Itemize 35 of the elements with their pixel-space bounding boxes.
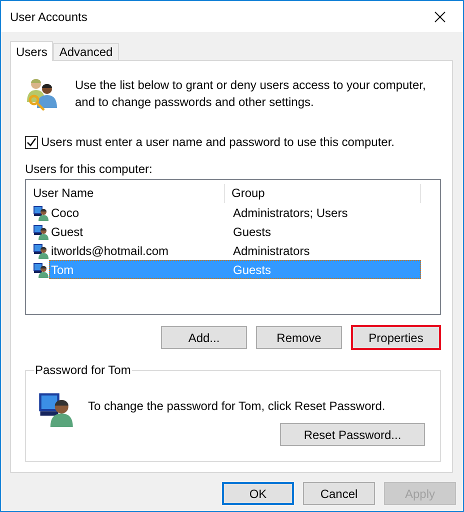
reset-password-button[interactable]: Reset Password... bbox=[280, 423, 425, 446]
checkbox-label: Users must enter a user name and password to use this computer. bbox=[41, 135, 395, 149]
users-key-icon bbox=[25, 76, 59, 112]
user-row[interactable]: Coco Administrators; Users bbox=[49, 203, 421, 222]
table-cell-text: Administrators; Users bbox=[232, 206, 348, 220]
column-header[interactable]: User Name bbox=[26, 184, 224, 203]
table-cell-text: Guests bbox=[232, 262, 272, 276]
close-icon bbox=[434, 10, 446, 22]
tab[interactable]: Advanced bbox=[53, 43, 119, 60]
user-computer-icon bbox=[33, 204, 49, 220]
table-cell-text: Guests bbox=[232, 224, 272, 238]
dialog-button[interactable]: OK bbox=[222, 482, 294, 505]
table-cell-text: Administrators bbox=[232, 244, 310, 258]
table-cell-text: Tom bbox=[50, 262, 75, 276]
list-label: Users for this computer: bbox=[25, 162, 152, 176]
table-cell-text: Guest bbox=[50, 224, 84, 238]
user-computer-icon bbox=[33, 224, 49, 240]
tab[interactable]: Users bbox=[10, 41, 54, 61]
user-computer-icon bbox=[33, 262, 49, 278]
column-header[interactable]: Group bbox=[224, 184, 421, 203]
user-row[interactable]: Guest Guests bbox=[49, 222, 421, 241]
user-computer-icon bbox=[38, 391, 74, 427]
action-button[interactable]: Add... bbox=[161, 326, 247, 349]
group-title: Password for Tom bbox=[34, 363, 132, 377]
password-message: To change the password for Tom, click Reset Password. bbox=[88, 399, 386, 415]
dialog-button[interactable]: Cancel bbox=[303, 482, 375, 505]
table-cell-text: Coco bbox=[50, 206, 80, 220]
action-button[interactable]: Properties bbox=[351, 325, 441, 350]
user-row[interactable]: itworlds@hotmail.com Administrators bbox=[49, 241, 421, 260]
table-cell-text: itworlds@hotmail.com bbox=[50, 244, 170, 258]
intro-text: Use the list below to grant or deny users access to your computer, and to change passwords and other settings. bbox=[75, 77, 427, 111]
action-button[interactable]: Remove bbox=[256, 326, 342, 349]
user-computer-icon bbox=[33, 242, 49, 258]
window-title: User Accounts bbox=[10, 10, 88, 24]
checkbox[interactable] bbox=[25, 136, 38, 148]
